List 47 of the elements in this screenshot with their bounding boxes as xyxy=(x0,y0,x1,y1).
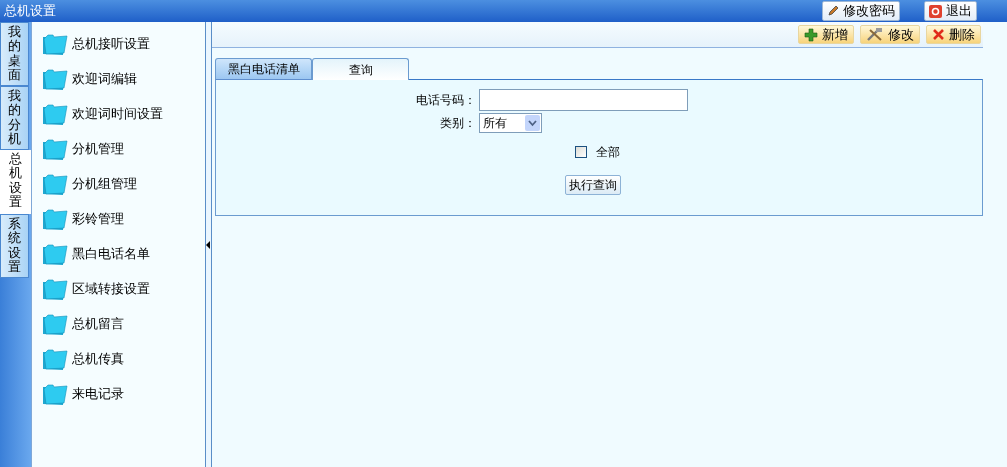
side-tab[interactable]: 我的桌面 xyxy=(0,22,29,86)
tab[interactable]: 黑白电话清单 xyxy=(215,58,312,80)
nav-item[interactable]: 欢迎词编辑 xyxy=(42,61,205,96)
query-button[interactable]: 执行查询 xyxy=(565,175,621,195)
folder-icon xyxy=(42,171,68,196)
nav-item[interactable]: 来电记录 xyxy=(42,376,205,411)
side-tab[interactable]: 系统设置 xyxy=(0,214,29,278)
header-button[interactable]: 修改密码 xyxy=(822,1,900,21)
nav-item[interactable]: 总机传真 xyxy=(42,341,205,376)
tools-icon xyxy=(866,27,884,42)
folder-icon xyxy=(42,206,68,231)
folder-icon xyxy=(42,31,68,56)
folder-icon xyxy=(42,101,68,126)
folder-icon xyxy=(42,66,68,91)
nav-item[interactable]: 区域转接设置 xyxy=(42,271,205,306)
nav-item[interactable]: 彩铃管理 xyxy=(42,201,205,236)
nav-item[interactable]: 总机接听设置 xyxy=(42,26,205,61)
folder-icon xyxy=(42,311,68,336)
side-tab[interactable]: 总机设置 xyxy=(0,150,31,214)
toolbar-button[interactable]: 新增 xyxy=(798,25,854,44)
side-tab[interactable]: 我的分机 xyxy=(0,86,29,150)
window-title: 总机设置 xyxy=(4,2,56,21)
nav-item[interactable]: 分机组管理 xyxy=(42,166,205,201)
folder-icon xyxy=(42,346,68,371)
toolbar-button[interactable]: 删除 xyxy=(926,25,981,44)
collapse-arrow-icon[interactable] xyxy=(206,240,210,249)
header-button[interactable]: 退出 xyxy=(924,1,977,21)
all-checkbox[interactable] xyxy=(575,146,587,158)
tab[interactable]: 查询 xyxy=(312,58,409,80)
nav-item[interactable]: 黑白电话名单 xyxy=(42,236,205,271)
nav-item[interactable]: 欢迎词时间设置 xyxy=(42,96,205,131)
folder-icon xyxy=(42,276,68,301)
pencil-icon xyxy=(827,5,839,17)
checkbox-label: 全部 xyxy=(596,144,620,161)
phone-input[interactable] xyxy=(479,89,688,111)
nav-item[interactable]: 总机留言 xyxy=(42,306,205,341)
folder-icon xyxy=(42,381,68,406)
field-label: 类别： xyxy=(439,115,476,132)
category-select[interactable]: 所有 xyxy=(479,113,542,133)
close-icon xyxy=(932,28,945,41)
nav-item[interactable]: 分机管理 xyxy=(42,131,205,166)
plus-icon xyxy=(804,27,818,42)
folder-icon xyxy=(42,136,68,161)
power-icon xyxy=(929,4,942,18)
folder-icon xyxy=(42,241,68,266)
toolbar-button[interactable]: 修改 xyxy=(860,25,920,44)
field-label: 电话号码： xyxy=(415,92,476,109)
